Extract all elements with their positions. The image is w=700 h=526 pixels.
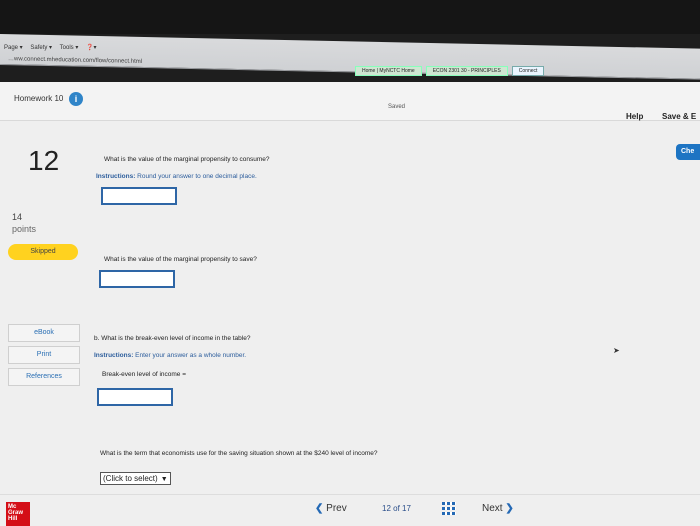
instructions-label: Instructions: [96,173,136,180]
break-even-label: Break-even level of income = [102,371,187,378]
references-button[interactable]: References [8,368,80,386]
footer-nav: Mc Graw Hill ❮ Prev 12 of 17 Next ❯ [0,494,700,526]
status-badge: Skipped [8,244,78,260]
question-mpc: What is the value of the marginal propen… [104,156,270,163]
mcgraw-hill-logo: Mc Graw Hill [6,502,30,526]
tools-menu[interactable]: Tools ▾ [60,45,79,51]
help-menu[interactable]: ❓▾ [86,45,96,51]
command-bar: Page ▾ Safety ▾ Tools ▾ ❓▾ [4,44,102,51]
question-content: What is the value of the marginal propen… [86,120,700,525]
page-menu[interactable]: Page ▾ [4,45,23,51]
points-label: points [12,224,37,234]
question-break-even: b. What is the break-even level of incom… [94,335,251,342]
instructions-text: Enter your answer as a whole number. [133,352,247,359]
question-saving-term: What is the term that economists use for… [100,450,378,457]
page-current: 12 [382,504,391,513]
info-icon[interactable]: i [69,92,83,106]
question-mps: What is the value of the marginal propen… [104,256,257,263]
safety-menu[interactable]: Safety ▾ [30,45,52,51]
points-value: 14 [12,212,23,222]
monitor-bezel [0,0,700,34]
ebook-button[interactable]: eBook [8,324,80,342]
saved-status: Saved [388,104,406,110]
instructions-mpc: Instructions: Round your answer to one d… [96,173,257,180]
tab-econ[interactable]: ECON 2301 30 - PRINCIPLES [425,66,508,76]
prev-button[interactable]: ❮ Prev [315,503,347,514]
question-sidebar: 12 14 points Skipped eBook Print Referen… [0,120,86,525]
instructions-label: Instructions: [94,352,134,359]
page-total: 17 [402,504,411,513]
tab-connect[interactable]: Connect [511,66,545,76]
prev-label: Prev [326,503,347,514]
page-of: of [393,504,400,513]
browser-tabs: Home | MyNCTC Home ECON 2301 30 - PRINCI… [355,66,545,76]
grid-icon[interactable] [442,501,456,515]
mpc-answer-input[interactable] [101,187,177,205]
select-value: (Click to select) [103,474,158,483]
address-bar[interactable]: …ww.connect.mheducation.com/flow/connect… [8,56,142,65]
page-title: Homework 10 [14,94,64,103]
question-number: 12 [28,145,60,176]
print-button[interactable]: Print [8,346,80,364]
instructions-break-even: Instructions: Enter your answer as a who… [94,352,246,359]
mps-answer-input[interactable] [99,270,175,288]
browser-chrome: …ww.connect.mheducation.com/flow/connect… [0,34,700,80]
next-button[interactable]: Next ❯ [482,503,514,514]
instructions-text: Round your answer to one decimal place. [135,173,257,180]
mouse-cursor-icon: ➤ [613,346,620,355]
next-label: Next [482,503,503,514]
chevron-right-icon: ❯ [505,503,514,514]
chevron-left-icon: ❮ [315,503,324,514]
break-even-answer-input[interactable] [97,388,173,406]
assignment-page: Homework 10 i Saved Help Save & E Che 12… [0,82,700,526]
page-indicator[interactable]: 12 of 17 [382,504,411,513]
tab-home[interactable]: Home | MyNCTC Home [355,66,422,76]
assignment-header: Homework 10 i Saved [0,82,700,121]
saving-term-select[interactable]: (Click to select) ▼ [100,472,171,485]
chevron-down-icon: ▼ [160,476,168,483]
